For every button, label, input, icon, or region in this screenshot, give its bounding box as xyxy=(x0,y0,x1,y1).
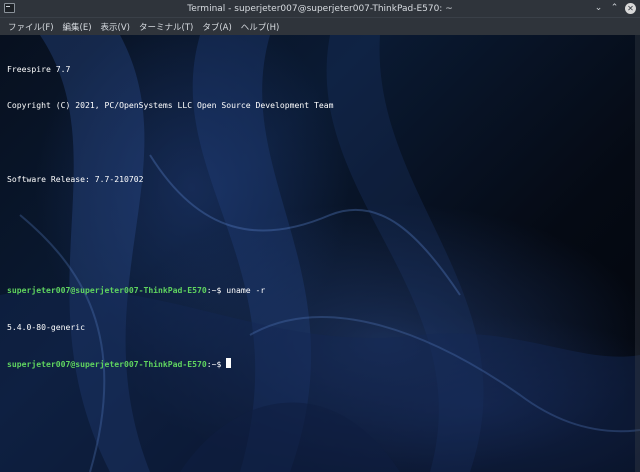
terminal-output[interactable]: Freespire 7.7 Copyright (C) 2021, PC/Ope… xyxy=(7,38,333,395)
window-controls: ⌄ ⌃ ✕ xyxy=(593,3,636,14)
command-output: 5.4.0-80-generic xyxy=(7,321,85,332)
window-title: Terminal - superjeter007@superjeter007-T… xyxy=(187,3,453,14)
menu-file[interactable]: ファイル(F) xyxy=(4,21,58,33)
prompt-path: :~$ xyxy=(206,284,222,295)
maximize-icon[interactable]: ⌃ xyxy=(609,3,620,14)
menu-bar: ファイル(F) 編集(E) 表示(V) ターミナル(T) タブ(A) ヘルプ(H… xyxy=(0,17,640,35)
menu-terminal[interactable]: ターミナル(T) xyxy=(135,21,197,33)
prompt-user-host: superjeter007@superjeter007-ThinkPad-E57… xyxy=(7,358,207,369)
menu-help[interactable]: ヘルプ(H) xyxy=(237,21,284,33)
text-cursor xyxy=(226,357,232,368)
close-icon[interactable]: ✕ xyxy=(625,3,636,14)
prompt-path: :~$ xyxy=(206,358,222,369)
scrollbar[interactable] xyxy=(635,35,640,472)
menu-edit[interactable]: 編集(E) xyxy=(59,21,96,33)
prompt-user-host: superjeter007@superjeter007-ThinkPad-E57… xyxy=(7,284,207,295)
menu-view[interactable]: 表示(V) xyxy=(97,21,134,33)
command-line-2[interactable]: superjeter007@superjeter007-ThinkPad-E57… xyxy=(7,357,333,370)
banner-line-3: Software Release: 7.7-210702 xyxy=(7,174,144,185)
command-text: uname -r xyxy=(221,284,266,295)
terminal-area[interactable]: Freespire 7.7 Copyright (C) 2021, PC/Ope… xyxy=(0,35,640,472)
command-line-1: superjeter007@superjeter007-ThinkPad-E57… xyxy=(7,284,333,296)
minimize-icon[interactable]: ⌄ xyxy=(593,3,604,14)
terminal-icon[interactable] xyxy=(4,3,15,13)
menu-tabs[interactable]: タブ(A) xyxy=(198,21,235,33)
window-titlebar[interactable]: Terminal - superjeter007@superjeter007-T… xyxy=(0,0,640,17)
banner-line-2: Copyright (C) 2021, PC/OpenSystems LLC O… xyxy=(7,100,334,111)
banner-line-1: Freespire 7.7 xyxy=(7,63,71,74)
